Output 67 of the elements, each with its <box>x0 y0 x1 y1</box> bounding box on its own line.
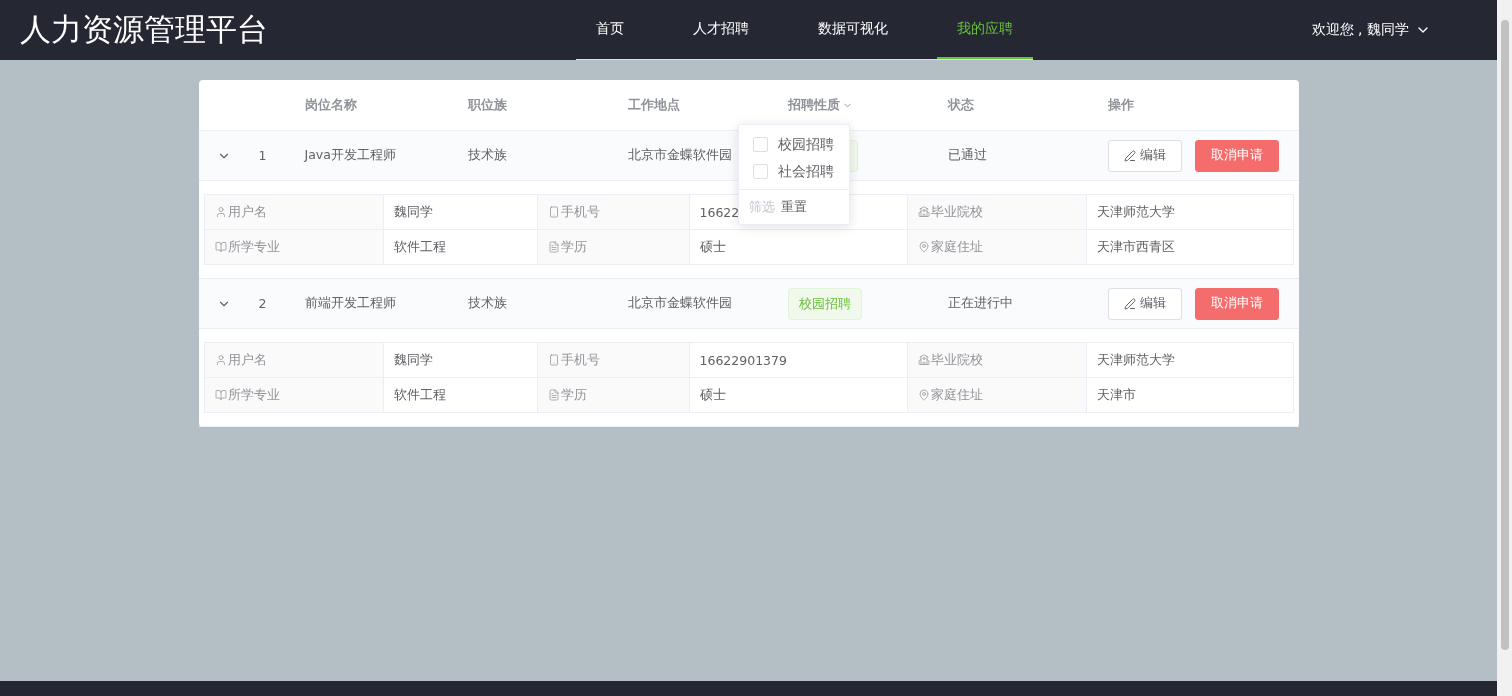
job-title: Java开发工程师 <box>304 147 396 164</box>
status-text: 正在进行中 <box>947 295 1013 312</box>
column-header: 状态 <box>946 96 975 114</box>
detail-label: 手机号 <box>537 195 690 230</box>
row-index: 1 <box>258 148 267 163</box>
checkbox[interactable] <box>752 164 768 179</box>
user-menu[interactable]: 欢迎您 , 魏同学 <box>1311 0 1431 60</box>
nav-item[interactable]: 数据可视化 <box>798 0 908 59</box>
detail-value: 天津师范大学 <box>1086 343 1294 378</box>
nav-item[interactable]: 我的应聘 <box>937 0 1033 59</box>
detail-label: 家庭住址 <box>907 230 1087 265</box>
pen-icon <box>1123 149 1136 162</box>
phone-icon <box>547 354 560 366</box>
checkbox[interactable] <box>752 137 768 152</box>
detail-label: 所学专业 <box>204 378 384 413</box>
detail-value: 魏同学 <box>383 343 538 378</box>
column-header: 职位族 <box>466 96 508 114</box>
column-header: 工作地点 <box>626 96 681 114</box>
app-title: 人力资源管理平台 <box>20 10 268 49</box>
recruit-type-tag: 校园招聘 <box>787 287 862 320</box>
user-icon <box>214 206 227 218</box>
detail-label: 毕业院校 <box>907 343 1087 378</box>
detail-value: 16622901379 <box>689 343 908 378</box>
detail-value: 天津师范大学 <box>1086 195 1294 230</box>
work-location: 北京市金蝶软件园 <box>627 147 732 164</box>
user-icon <box>214 354 227 366</box>
detail-label: 所学专业 <box>204 230 384 265</box>
book-icon <box>214 389 227 401</box>
job-title: 前端开发工程师 <box>304 295 396 312</box>
column-header: 操作 <box>1106 96 1135 114</box>
filter-action-link[interactable]: 重置 <box>780 198 807 216</box>
detail-label: 学历 <box>537 378 690 413</box>
status-text: 已通过 <box>947 147 987 164</box>
detail-value: 天津市西青区 <box>1086 230 1294 265</box>
work-location: 北京市金蝶软件园 <box>627 295 732 312</box>
detail-label: 家庭住址 <box>907 378 1087 413</box>
detail-label: 手机号 <box>537 343 690 378</box>
phone-icon <box>547 206 560 218</box>
edit-button[interactable]: 编辑 <box>1107 139 1182 172</box>
location-pin-icon <box>917 389 930 401</box>
detail-label: 学历 <box>537 230 690 265</box>
detail-label: 用户名 <box>204 195 384 230</box>
job-family: 技术族 <box>467 147 507 164</box>
detail-value: 硕士 <box>689 378 908 413</box>
row-index: 2 <box>258 296 267 311</box>
nav-item[interactable]: 首页 <box>576 0 644 59</box>
column-header: 岗位名称 <box>303 96 358 114</box>
document-icon <box>547 389 560 401</box>
detail-label: 毕业院校 <box>907 195 1087 230</box>
detail-value: 软件工程 <box>383 230 538 265</box>
scrollbar[interactable] <box>1497 0 1512 696</box>
school-icon <box>917 206 930 218</box>
detail-value: 魏同学 <box>383 195 538 230</box>
job-family: 技术族 <box>467 295 507 312</box>
document-icon <box>547 241 560 253</box>
book-icon <box>214 241 227 253</box>
detail-value: 天津市 <box>1086 378 1294 413</box>
edit-button[interactable]: 编辑 <box>1107 287 1182 320</box>
detail-value: 软件工程 <box>383 378 538 413</box>
nav-item[interactable]: 人才招聘 <box>673 0 769 59</box>
pen-icon <box>1123 297 1136 310</box>
location-pin-icon <box>917 241 930 253</box>
detail-value: 硕士 <box>689 230 908 265</box>
filter-option[interactable]: 社会招聘 <box>738 158 849 185</box>
school-icon <box>917 354 930 366</box>
filter-option[interactable]: 校园招聘 <box>738 131 849 158</box>
detail-label: 用户名 <box>204 343 384 378</box>
